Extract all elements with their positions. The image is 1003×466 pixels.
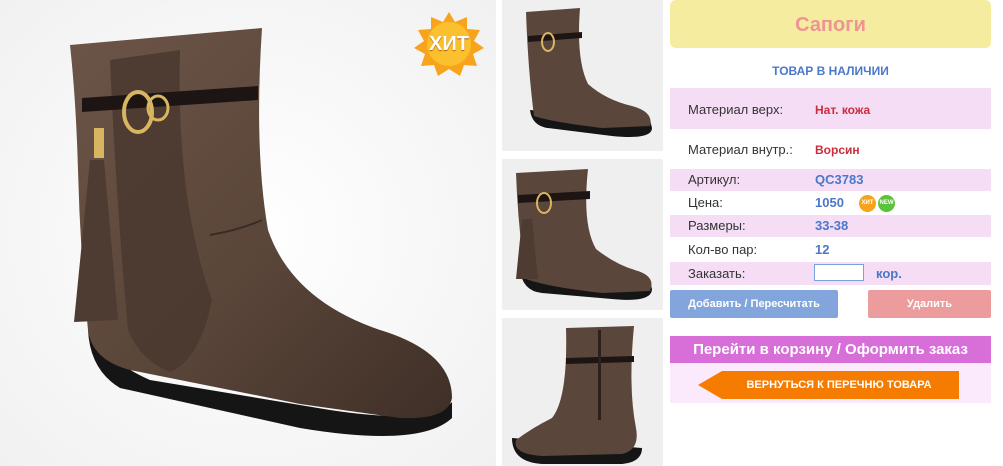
price-value: 1050 [815, 195, 844, 210]
detail-value: QC3783 [815, 172, 864, 187]
detail-row-sizes: Размеры: 33-38 [670, 215, 991, 237]
detail-row-article: Артикул: QC3783 [670, 169, 991, 191]
detail-label: Материал верх: [688, 102, 784, 117]
product-info-panel: Сапоги ТОВАР В НАЛИЧИИ Материал верх: На… [670, 0, 991, 466]
detail-row-material-inner: Материал внутр.: Ворсин [670, 129, 991, 169]
detail-value: 12 [815, 242, 830, 257]
back-button-label: ВЕРНУТЬСЯ К ПЕРЕЧНЮ ТОВАРА [746, 379, 932, 391]
product-title: Сапоги [795, 14, 866, 36]
detail-label: Цена: [688, 195, 723, 210]
new-mini-badge-icon: NEW [878, 195, 895, 212]
hit-badge: ХИТ [413, 12, 485, 76]
back-to-list-button[interactable]: ВЕРНУТЬСЯ К ПЕРЕЧНЮ ТОВАРА [698, 371, 959, 399]
go-to-cart-button[interactable]: Перейти в корзину / Оформить заказ [670, 336, 991, 363]
boot-thumbnail-icon [502, 0, 663, 151]
thumbnail-1[interactable] [502, 0, 663, 151]
remove-button[interactable]: Удалить [868, 290, 991, 318]
detail-label: Материал внутр.: [688, 142, 793, 157]
detail-row-material-top: Материал верх: Нат. кожа [670, 88, 991, 129]
detail-label: Артикул: [688, 172, 741, 187]
order-label: Заказать: [688, 266, 746, 281]
hit-mini-badge-icon: ХИТ [859, 195, 876, 212]
detail-row-price: Цена: 1050 ХИТ NEW [670, 192, 991, 214]
product-title-box: Сапоги [670, 0, 991, 48]
back-button-area: ВЕРНУТЬСЯ К ПЕРЕЧНЮ ТОВАРА [670, 363, 991, 403]
quantity-unit: кор. [876, 266, 902, 281]
thumbnail-2[interactable] [502, 159, 663, 310]
thumbnail-3[interactable] [502, 318, 663, 466]
quantity-input[interactable] [814, 264, 864, 281]
boot-thumbnail-icon [502, 159, 663, 310]
detail-value: Ворсин [815, 143, 860, 157]
detail-row-pairs: Кол-во пар: 12 [670, 239, 991, 261]
hit-badge-label: ХИТ [429, 33, 469, 55]
stock-status: ТОВАР В НАЛИЧИИ [772, 64, 889, 78]
detail-label: Размеры: [688, 218, 746, 233]
order-row: Заказать: кор. [670, 262, 991, 285]
boot-thumbnail-icon [502, 318, 663, 466]
detail-value: Нат. кожа [815, 103, 871, 117]
add-recalculate-button[interactable]: Добавить / Пересчитать [670, 290, 838, 318]
detail-label: Кол-во пар: [688, 242, 758, 257]
detail-value: 33-38 [815, 218, 849, 233]
